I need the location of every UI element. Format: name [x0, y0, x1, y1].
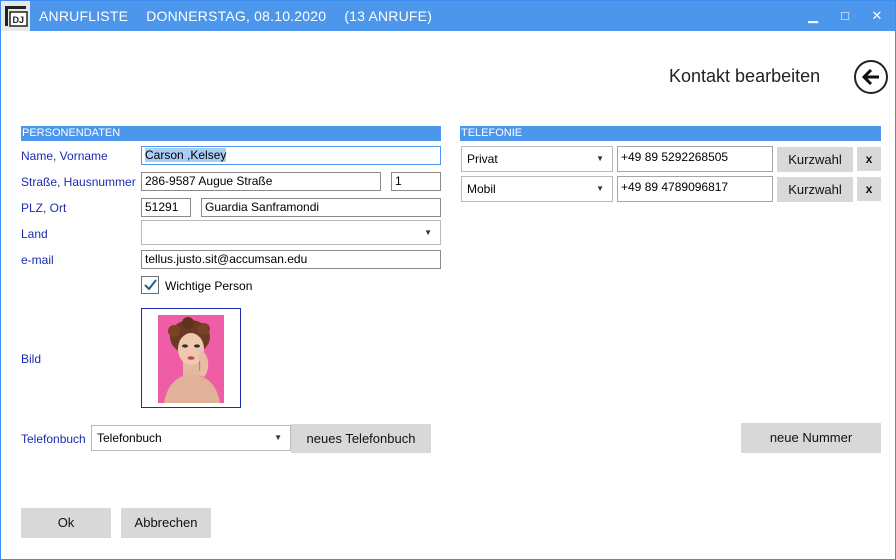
section-telephony: TELEFONIE: [460, 126, 881, 141]
svg-text:DJ: DJ: [13, 15, 25, 25]
current-date: DONNERSTAG, 08.10.2020: [146, 8, 327, 24]
phone-type-value: Mobil: [467, 182, 496, 196]
app-logo: DJ: [1, 1, 31, 31]
ok-button[interactable]: Ok: [21, 508, 111, 538]
contact-picture[interactable]: [141, 308, 241, 408]
contact-edit-window: DJ ANRUFLISTE DONNERSTAG, 08.10.2020 (13…: [0, 0, 896, 560]
important-person-label: Wichtige Person: [165, 279, 253, 293]
important-person-checkbox[interactable]: [141, 276, 159, 294]
street-field[interactable]: 286-9587 Augue Straße: [141, 172, 381, 191]
new-phonebook-button[interactable]: neues Telefonbuch: [291, 424, 431, 453]
speed-dial-button[interactable]: Kurzwahl: [777, 177, 853, 202]
portrait-image: [158, 315, 224, 403]
name-field[interactable]: Carson ,Kelsey: [141, 146, 441, 165]
maximize-button[interactable]: □: [829, 1, 861, 31]
phone-type-dropdown[interactable]: Privat ▼: [461, 146, 613, 172]
window-title: ANRUFLISTE DONNERSTAG, 08.10.2020 (13 AN…: [39, 8, 446, 24]
email-field[interactable]: tellus.justo.sit@accumsan.edu: [141, 250, 441, 269]
name-value: Carson ,Kelsey: [145, 148, 227, 162]
chevron-down-icon: ▼: [596, 154, 604, 163]
city-field[interactable]: Guardia Sanframondi: [201, 198, 441, 217]
call-count: (13 ANRUFE): [344, 8, 433, 24]
close-button[interactable]: ✕: [861, 1, 893, 31]
chevron-down-icon: ▼: [596, 184, 604, 193]
phonebook-label: Telefonbuch: [21, 432, 86, 446]
phone-type-value: Privat: [467, 152, 498, 166]
minimize-button[interactable]: ▁: [797, 1, 829, 31]
phone-number-field[interactable]: +49 89 4789096817: [617, 176, 773, 202]
title-bar: DJ ANRUFLISTE DONNERSTAG, 08.10.2020 (13…: [1, 1, 895, 31]
picture-label: Bild: [21, 352, 42, 366]
delete-number-button[interactable]: x: [857, 147, 881, 171]
arrow-left-icon: [862, 69, 879, 85]
section-personal-data: PERSONENDATEN: [21, 126, 441, 141]
app-title: ANRUFLISTE: [39, 8, 129, 24]
street-label: Straße, Hausnummer: [21, 175, 136, 189]
email-label: e-mail: [21, 253, 54, 267]
plz-field[interactable]: 51291: [141, 198, 191, 217]
country-dropdown[interactable]: ▼: [141, 220, 441, 245]
new-number-button[interactable]: neue Nummer: [741, 423, 881, 453]
delete-number-button[interactable]: x: [857, 177, 881, 201]
country-label: Land: [21, 227, 48, 241]
house-number-field[interactable]: 1: [391, 172, 441, 191]
cancel-button[interactable]: Abbrechen: [121, 508, 211, 538]
page-title: Kontakt bearbeiten: [669, 66, 821, 86]
name-label: Name, Vorname: [21, 149, 108, 163]
dj-logo-icon: DJ: [5, 6, 28, 27]
phone-number-field[interactable]: +49 89 5292268505: [617, 146, 773, 172]
back-button[interactable]: [854, 60, 888, 94]
phonebook-dropdown[interactable]: Telefonbuch ▼: [91, 425, 291, 451]
plz-label: PLZ, Ort: [21, 201, 67, 215]
phonebook-value: Telefonbuch: [97, 431, 162, 445]
chevron-down-icon: ▼: [424, 228, 432, 237]
checkmark-icon: [144, 279, 157, 291]
phone-type-dropdown[interactable]: Mobil ▼: [461, 176, 613, 202]
speed-dial-button[interactable]: Kurzwahl: [777, 147, 853, 172]
chevron-down-icon: ▼: [274, 433, 282, 442]
